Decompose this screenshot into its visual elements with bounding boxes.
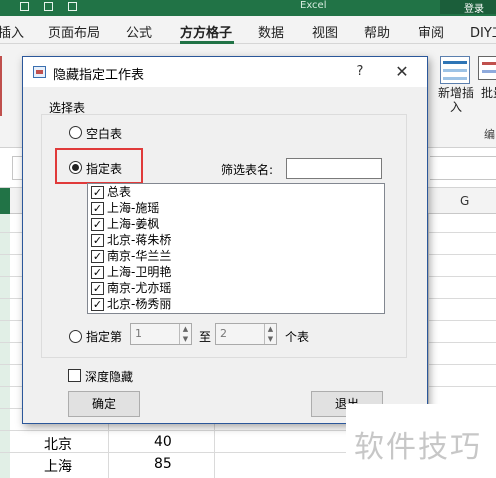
sheet-checkbox[interactable]: ✓: [91, 234, 104, 247]
sheet-name: 上海-姜枫: [107, 217, 160, 231]
column-header-g[interactable]: G: [460, 194, 469, 208]
dialog-app-icon: [33, 66, 46, 78]
formula-input[interactable]: [430, 156, 496, 180]
radio-specified-label[interactable]: 指定表: [86, 160, 122, 177]
sheet-checkbox[interactable]: ✓: [91, 218, 104, 231]
sheet-name: 北京-杨秀丽: [107, 297, 172, 311]
login-button[interactable]: 登录: [440, 0, 496, 15]
new-insert-icon[interactable]: [440, 56, 470, 84]
window-title: Excel: [300, 0, 327, 11]
tab-page-layout[interactable]: 页面布局: [48, 22, 100, 41]
spin-up-icon[interactable]: ▲: [180, 324, 191, 334]
sheet-checkbox[interactable]: ✓: [91, 186, 104, 199]
dialog-title: 隐藏指定工作表: [53, 68, 145, 83]
deep-hide-checkbox[interactable]: [68, 369, 81, 382]
sheet-name: 南京-尤亦瑶: [107, 281, 172, 295]
close-button[interactable]: ✕: [389, 60, 415, 84]
range-prefix-label[interactable]: 指定第: [86, 328, 122, 345]
hide-sheets-dialog: 隐藏指定工作表 ? ✕ 选择表 空白表 指定表 筛选表名: ✓ 总表 ✓ 上海-…: [22, 56, 428, 424]
help-button[interactable]: ?: [349, 61, 371, 83]
cell-value[interactable]: 85: [154, 456, 172, 472]
dialog-title-bar[interactable]: 隐藏指定工作表 ? ✕: [23, 57, 427, 87]
list-item[interactable]: ✓ 上海-施瑶: [88, 200, 384, 216]
spinner-arrows[interactable]: ▲ ▼: [264, 324, 276, 344]
sheet-checkbox[interactable]: ✓: [91, 282, 104, 295]
tab-diy[interactable]: DIY工: [470, 22, 496, 41]
undo-icon[interactable]: [44, 2, 53, 11]
sheet-name: 北京-蒋朱桥: [107, 233, 172, 247]
sheet-name: 南京-华兰兰: [107, 249, 172, 263]
tab-fangfang[interactable]: 方方格子: [180, 22, 232, 41]
sheet-list[interactable]: ✓ 总表 ✓ 上海-施瑶 ✓ 上海-姜枫 ✓ 北京-蒋朱桥 ✓ 南京-华兰兰 ✓…: [87, 183, 385, 314]
watermark-text: 软件技巧: [354, 430, 482, 465]
redo-icon[interactable]: [68, 2, 77, 11]
tab-help[interactable]: 帮助: [364, 22, 390, 41]
radio-range[interactable]: [69, 330, 82, 343]
cell-region[interactable]: 上海: [44, 456, 72, 476]
batch-icon[interactable]: [478, 56, 496, 80]
list-item[interactable]: ✓ 北京-蒋朱桥: [88, 232, 384, 248]
deep-hide-label[interactable]: 深度隐藏: [85, 368, 133, 385]
sheet-checkbox[interactable]: ✓: [91, 298, 104, 311]
save-icon[interactable]: [20, 2, 29, 11]
ribbon-group-label: 编: [484, 128, 495, 141]
radio-blank-label[interactable]: 空白表: [86, 125, 122, 142]
sheet-name: 上海-施瑶: [107, 201, 160, 215]
sheet-checkbox[interactable]: ✓: [91, 266, 104, 279]
spin-up-icon[interactable]: ▲: [265, 324, 276, 334]
list-item[interactable]: ✓ 北京-杨秀丽: [88, 296, 384, 312]
filter-label: 筛选表名:: [221, 163, 274, 177]
spin-down-icon[interactable]: ▼: [180, 334, 191, 344]
ok-button[interactable]: 确定: [68, 391, 140, 417]
ribbon-left-icon[interactable]: [0, 56, 8, 116]
new-insert-label[interactable]: 新增插入: [436, 86, 476, 114]
filter-input[interactable]: [286, 158, 382, 179]
list-item[interactable]: ✓ 上海-姜枫: [88, 216, 384, 232]
sheet-checkbox[interactable]: ✓: [91, 250, 104, 263]
ribbon-tabs: 插入 页面布局 公式 方方格子 数据 视图 帮助 审阅 DIY工: [0, 16, 496, 44]
tab-view[interactable]: 视图: [312, 22, 338, 41]
radio-specified-sheets[interactable]: [69, 161, 82, 174]
range-from-spinner[interactable]: 1 ▲ ▼: [130, 323, 192, 345]
cell-value[interactable]: 40: [154, 434, 172, 450]
tab-data[interactable]: 数据: [258, 22, 284, 41]
range-to-label: 至: [199, 330, 212, 344]
excel-title-bar: Excel 登录: [0, 0, 496, 16]
spin-down-icon[interactable]: ▼: [265, 334, 276, 344]
spinner-arrows[interactable]: ▲ ▼: [179, 324, 191, 344]
cell-region[interactable]: 北京: [44, 434, 72, 454]
radio-blank-sheets[interactable]: [69, 126, 82, 139]
sheet-checkbox[interactable]: ✓: [91, 202, 104, 215]
range-to-value: 2: [220, 327, 227, 340]
sheet-name: 总表: [107, 185, 132, 199]
sheet-name: 上海-卫明艳: [107, 265, 172, 279]
tab-review[interactable]: 审阅: [418, 22, 444, 41]
tab-formulas[interactable]: 公式: [126, 22, 152, 41]
list-item[interactable]: ✓ 南京-华兰兰: [88, 248, 384, 264]
watermark: 软件技巧: [346, 404, 496, 478]
tab-insert[interactable]: 插入: [0, 22, 24, 41]
range-to-spinner[interactable]: 2 ▲ ▼: [215, 323, 277, 345]
batch-label[interactable]: 批量: [478, 86, 496, 100]
range-from-value: 1: [135, 327, 142, 340]
list-item[interactable]: ✓ 上海-卫明艳: [88, 264, 384, 280]
range-suffix-label: 个表: [285, 330, 310, 344]
selected-column-marker: [0, 188, 10, 214]
list-item[interactable]: ✓ 南京-尤亦瑶: [88, 280, 384, 296]
list-item[interactable]: ✓ 总表: [88, 184, 384, 200]
